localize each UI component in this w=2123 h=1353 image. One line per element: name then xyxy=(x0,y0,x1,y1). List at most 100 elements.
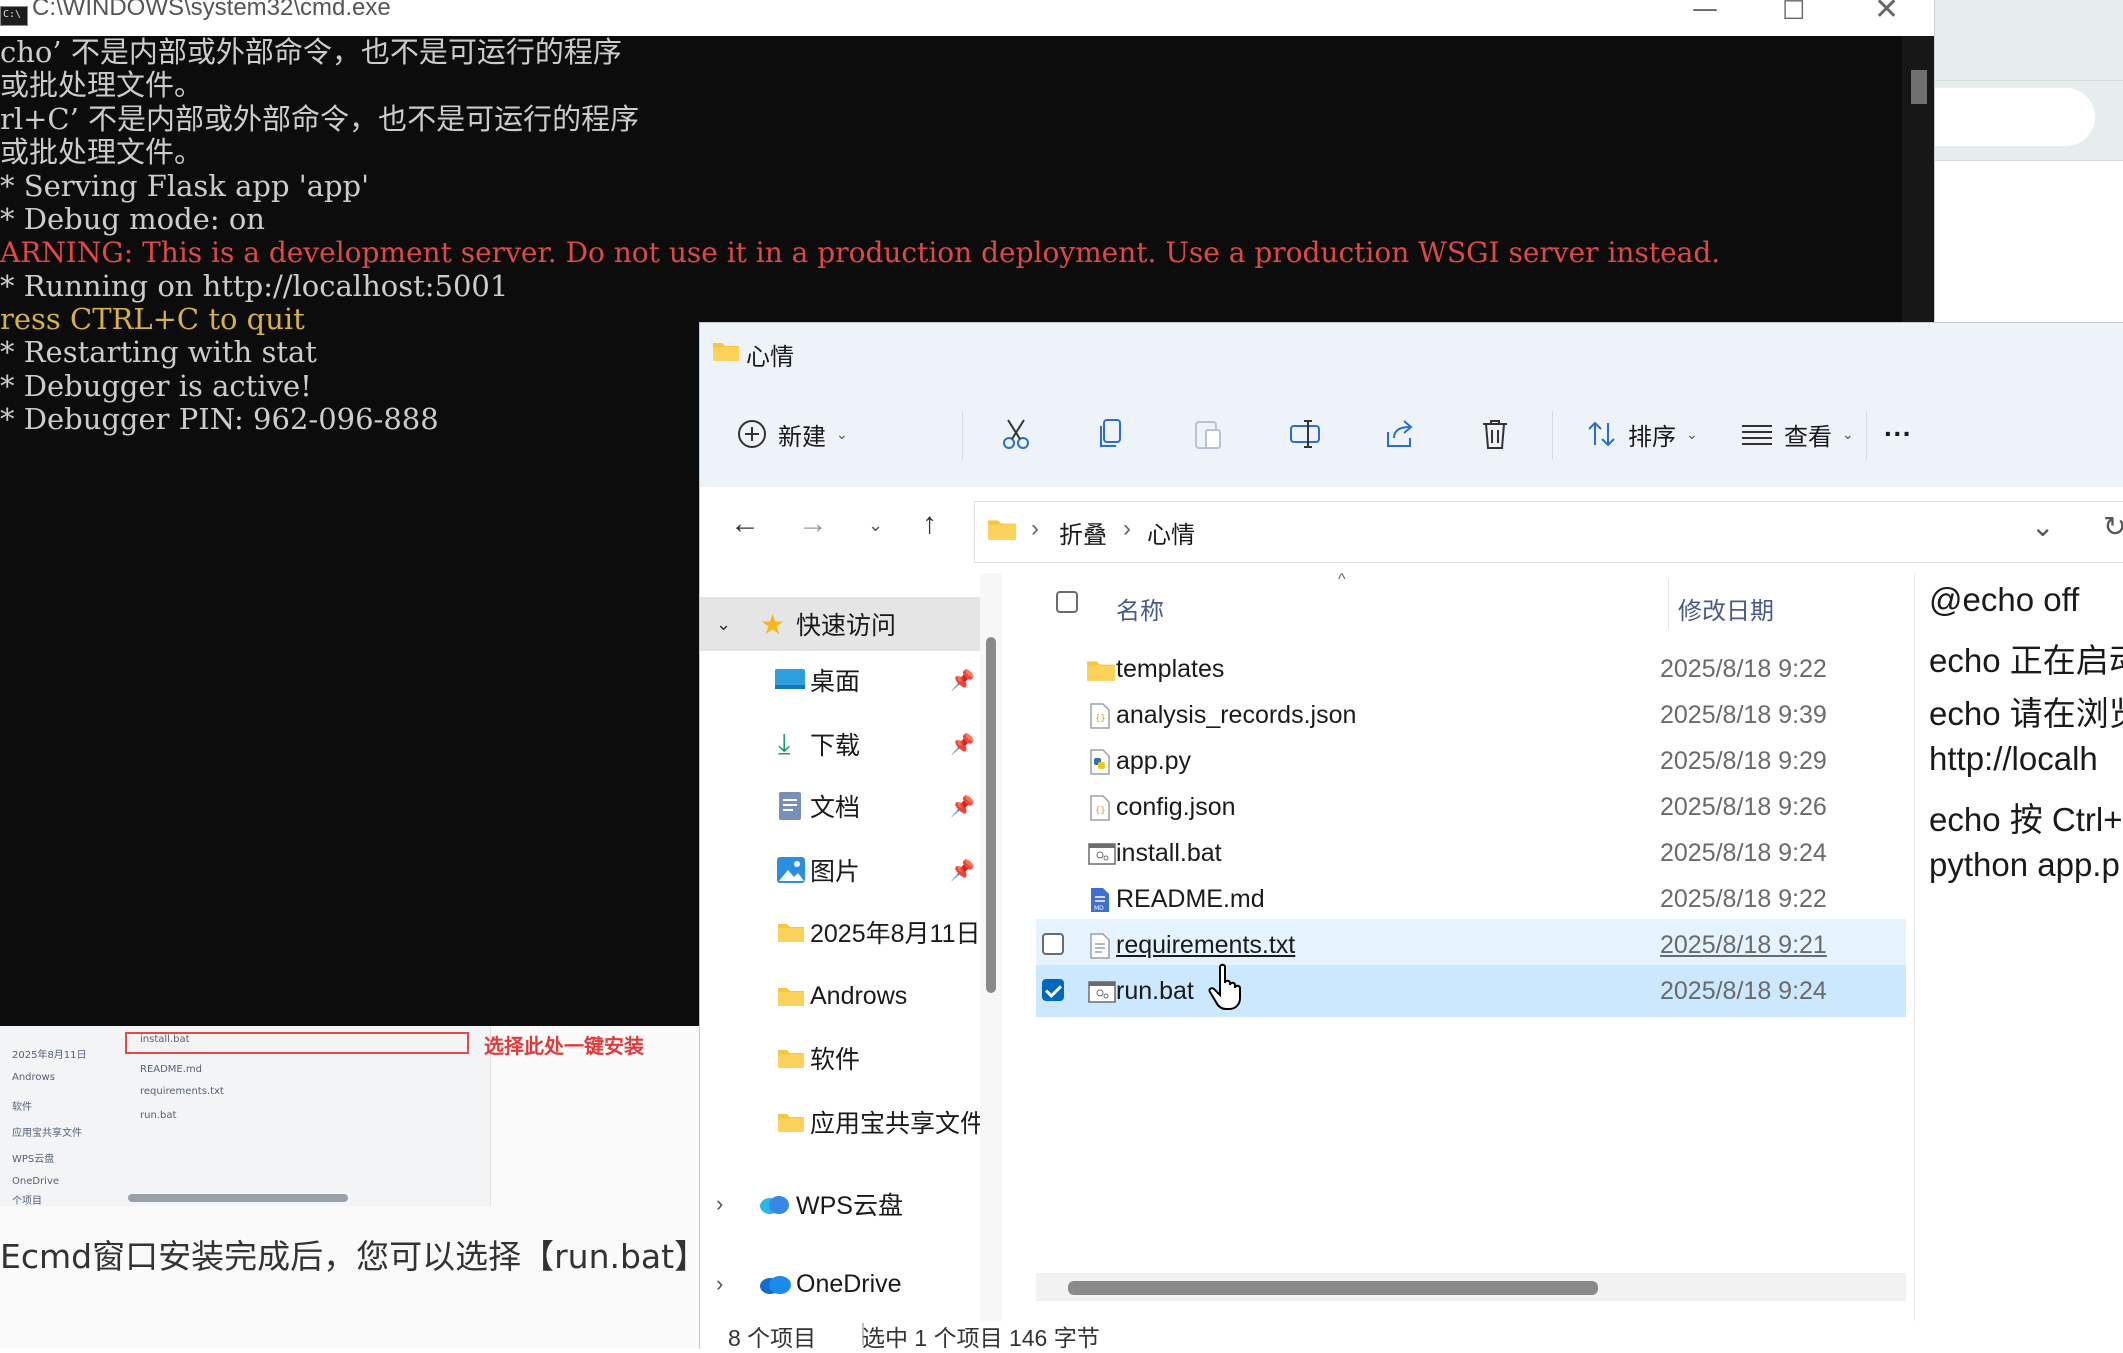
folder-icon xyxy=(988,520,1016,540)
maximize-button[interactable]: ☐ xyxy=(1782,0,1805,26)
column-header-name[interactable]: 名称 xyxy=(1116,591,1164,626)
sidebar-item-quick-access[interactable]: ⌄ ★ 快速访问 xyxy=(700,597,980,651)
recent-chevron-icon[interactable]: ⌄ xyxy=(868,515,883,536)
navigation-pane-scrollbar[interactable] xyxy=(980,573,1002,1349)
sidebar-item-label: 下载 xyxy=(810,732,861,760)
sort-ascending-icon: ^ xyxy=(1338,571,1346,588)
up-arrow-icon[interactable]: ↑ xyxy=(922,507,937,541)
row-checkbox[interactable] xyxy=(1042,933,1064,955)
file-row[interactable]: templates 2025/8/18 9:22 xyxy=(1036,643,1906,695)
sidebar-item-onedrive[interactable]: › OneDrive xyxy=(700,1257,980,1311)
status-bar: 8 个项目 | 选中 1 个项目 146 字节 xyxy=(700,1319,2123,1351)
sidebar-item-label: Androws xyxy=(810,981,908,1010)
cut-button[interactable] xyxy=(1000,409,1032,459)
preview-line: echo 按 Ctrl+ xyxy=(1929,801,2123,838)
column-header-date[interactable]: 修改日期 xyxy=(1678,591,1774,626)
cmd-line: 或批处理文件。 xyxy=(0,135,204,169)
back-arrow-icon[interactable]: ← xyxy=(730,507,760,541)
folder-icon xyxy=(713,343,739,361)
forward-arrow-icon[interactable]: → xyxy=(798,507,828,541)
breadcrumb-item[interactable]: 心情 xyxy=(1147,515,1195,550)
sidebar-item-label: 应用宝共享文件 xyxy=(810,1110,986,1138)
new-button[interactable]: 新建 ⌄ xyxy=(736,409,848,459)
file-row[interactable]: {} config.json 2025/8/18 9:26 xyxy=(1036,781,1906,833)
share-button[interactable] xyxy=(1384,409,1416,459)
navigation-pane: ⌄ ★ 快速访问 桌面 📌 ⤓ 下载 📌 文档 📌 图片 📌 2025年8月11… xyxy=(700,573,985,1349)
cmd-line: * Serving Flask app 'app' xyxy=(0,169,370,203)
scrollbar-thumb[interactable] xyxy=(986,637,996,993)
column-divider xyxy=(1668,579,1669,629)
sidebar-item-folder[interactable]: 软件 xyxy=(700,1031,980,1085)
file-row[interactable]: requirements.txt 2025/8/18 9:21 xyxy=(1036,919,1906,971)
background-divider xyxy=(1935,80,2123,81)
sidebar-item-folder[interactable]: 2025年8月11日 xyxy=(700,905,980,959)
plus-circle-icon xyxy=(738,420,766,448)
cmd-titlebar[interactable]: C:\ C:\WINDOWS\system32\cmd.exe — ☐ ✕ xyxy=(0,0,1934,36)
background-search-pill xyxy=(1935,88,2095,146)
file-date: 2025/8/18 9:26 xyxy=(1660,793,1827,821)
file-list-horizontal-scrollbar[interactable] xyxy=(1036,1273,1906,1301)
sort-button[interactable]: 排序 ⌄ xyxy=(1586,409,1698,459)
explorer-titlebar[interactable]: 心情 xyxy=(700,323,2123,381)
cmd-warning-line: ARNING: This is a development server. Do… xyxy=(0,236,1721,269)
background-browser-window xyxy=(1934,0,2123,326)
more-options-button[interactable]: ··· xyxy=(1884,409,1912,459)
folder-icon xyxy=(1087,661,1115,681)
sidebar-item-folder[interactable]: 应用宝共享文件 xyxy=(700,1095,985,1149)
preview-line: echo 正在启动 xyxy=(1929,642,2123,679)
chevron-down-icon: ⌄ xyxy=(1686,425,1698,442)
sidebar-item-wps-cloud[interactable]: › WPS云盘 xyxy=(700,1177,980,1231)
sidebar-item-downloads[interactable]: ⤓ 下载 📌 xyxy=(700,717,980,771)
address-dropdown-icon[interactable]: ⌄ xyxy=(2031,510,2054,543)
rename-button[interactable] xyxy=(1288,409,1322,459)
sidebar-item-label: 软件 xyxy=(810,1046,861,1074)
breadcrumb-item[interactable]: 折叠 xyxy=(1059,515,1107,550)
cmd-scrollbar-thumb[interactable] xyxy=(1911,70,1927,104)
file-row[interactable]: {} analysis_records.json 2025/8/18 9:39 xyxy=(1036,689,1906,741)
sidebar-item-label: 桌面 xyxy=(810,668,861,696)
file-row-selected[interactable]: run.bat 2025/8/18 9:24 xyxy=(1036,965,1906,1017)
copy-button[interactable] xyxy=(1096,409,1126,459)
scrollbar-thumb[interactable] xyxy=(1068,1281,1598,1295)
sidebar-item-label: 快速访问 xyxy=(796,612,897,640)
file-row[interactable]: MD README.md 2025/8/18 9:22 xyxy=(1036,873,1906,925)
paste-button[interactable] xyxy=(1192,409,1224,459)
background-thumbnail: 选择此处一键安装 2025年8月11日 Androws 软件 应用宝共享文件 W… xyxy=(0,1026,644,1207)
sidebar-item-label: 2025年8月11日 xyxy=(810,920,981,948)
close-button[interactable]: ✕ xyxy=(1874,0,1899,27)
share-icon xyxy=(1387,420,1413,447)
svg-text:{}: {} xyxy=(1095,806,1106,816)
select-all-checkbox[interactable] xyxy=(1056,591,1078,613)
pin-icon: 📌 xyxy=(950,795,975,818)
background-caption: Ecmd窗口安装完成后，您可以选择【run.bat】 xyxy=(0,1237,708,1276)
wps-cloud-icon xyxy=(760,1196,789,1214)
file-row[interactable]: install.bat 2025/8/18 9:24 xyxy=(1036,827,1906,879)
bat-file-icon xyxy=(1088,843,1116,865)
toolbar-separator xyxy=(962,411,963,459)
trash-icon xyxy=(1483,420,1507,449)
preview-line: http://localh xyxy=(1929,740,2098,777)
sidebar-item-folder[interactable]: Androws xyxy=(700,969,980,1023)
file-row[interactable]: app.py 2025/8/18 9:29 xyxy=(1036,735,1906,787)
minimize-button[interactable]: — xyxy=(1692,0,1718,24)
row-checkbox-checked[interactable] xyxy=(1042,979,1064,1001)
delete-button[interactable] xyxy=(1480,409,1510,459)
onedrive-icon xyxy=(760,1276,791,1294)
sort-label: 排序 xyxy=(1628,423,1676,451)
more-icon: ··· xyxy=(1884,418,1912,449)
sidebar-item-desktop[interactable]: 桌面 📌 xyxy=(700,653,980,707)
folder-icon xyxy=(778,924,804,942)
copy-icon xyxy=(1100,419,1121,447)
breadcrumb-separator: › xyxy=(1123,515,1131,542)
file-date: 2025/8/18 9:24 xyxy=(1660,839,1827,867)
star-icon: ★ xyxy=(760,608,786,640)
file-name: config.json xyxy=(1116,793,1236,821)
explorer-title: 心情 xyxy=(746,344,794,371)
file-date: 2025/8/18 9:39 xyxy=(1660,701,1827,729)
refresh-icon[interactable]: ↻ xyxy=(2103,510,2123,543)
cmd-line: * Debugger PIN: 962-096-888 xyxy=(0,402,439,436)
address-bar[interactable]: › 折叠 › 心情 ⌄ ↻ xyxy=(974,501,2123,563)
view-button[interactable]: 查看 ⌄ xyxy=(1740,409,1854,459)
sidebar-item-pictures[interactable]: 图片 📌 xyxy=(700,843,980,897)
sidebar-item-documents[interactable]: 文档 📌 xyxy=(700,779,980,833)
